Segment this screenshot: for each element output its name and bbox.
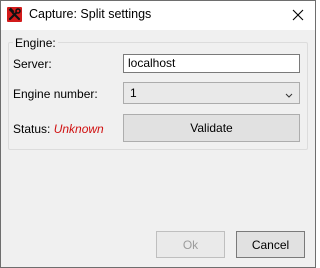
close-button[interactable] (285, 3, 311, 27)
engine-group-label: Engine: (13, 36, 58, 50)
ok-button[interactable]: Ok (156, 231, 225, 258)
cancel-button[interactable]: Cancel (236, 231, 305, 258)
title-bar: Capture: Split settings (1, 1, 315, 30)
validate-button[interactable]: Validate (123, 114, 300, 142)
server-input[interactable]: localhost (123, 54, 300, 73)
status-row: Status: Unknown (13, 122, 104, 136)
engine-number-select[interactable]: 1 (123, 82, 300, 104)
status-value: Unknown (53, 122, 104, 136)
window-title: Capture: Split settings (29, 7, 152, 21)
split-settings-dialog: Capture: Split settings Engine: Server: … (0, 0, 316, 268)
engine-number-value: 1 (130, 86, 137, 100)
server-label: Server: (13, 57, 52, 71)
engine-number-label: Engine number: (13, 87, 98, 101)
tools-icon (7, 7, 22, 22)
close-icon (292, 9, 304, 21)
status-label: Status: (13, 122, 51, 136)
chevron-down-icon (285, 87, 293, 103)
